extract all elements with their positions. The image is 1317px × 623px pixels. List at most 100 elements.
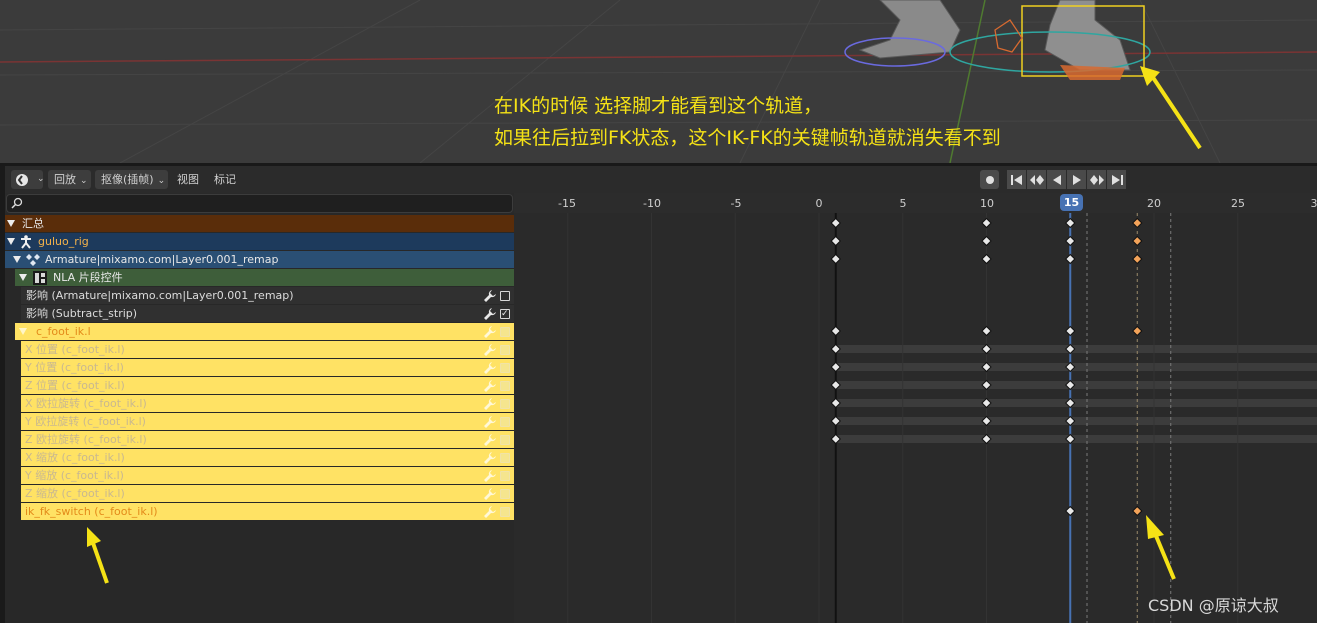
keyframe bbox=[1065, 235, 1076, 247]
channel-hold-strip bbox=[835, 435, 1317, 443]
tick-label: 25 bbox=[1231, 197, 1245, 210]
keyframe bbox=[830, 325, 841, 337]
play-reverse-icon bbox=[1052, 174, 1061, 185]
fcurve-y-location[interactable]: Y 位置 (c_foot_ik.l) bbox=[21, 359, 514, 376]
annotation-line-2: 如果往后拉到FK状态，这个IK-FK的关键帧轨道就消失看不到 bbox=[494, 127, 1001, 149]
next-keyframe-icon bbox=[1089, 174, 1104, 185]
wrench-icon[interactable] bbox=[484, 470, 496, 482]
channel-summary[interactable]: 汇总 bbox=[5, 215, 514, 232]
editor-type-dropdown[interactable]: ⌄ bbox=[11, 170, 45, 189]
3d-viewport[interactable]: 在IK的时候 选择脚才能看到这个轨道， 如果往后拉到FK状态，这个IK-FK的关… bbox=[0, 0, 1317, 163]
wrench-icon[interactable] bbox=[484, 362, 496, 374]
keyframe-editor[interactable] bbox=[514, 213, 1317, 623]
jump-start-button[interactable] bbox=[1007, 170, 1026, 189]
current-frame-indicator[interactable]: 15 bbox=[1060, 194, 1083, 211]
mute-checkbox[interactable] bbox=[500, 399, 510, 409]
annotation-arrow-left bbox=[87, 527, 109, 584]
mute-checkbox[interactable] bbox=[500, 327, 510, 337]
wrench-icon[interactable] bbox=[484, 308, 496, 320]
expand-triangle-icon[interactable] bbox=[7, 238, 15, 245]
wrench-icon[interactable] bbox=[484, 290, 496, 302]
expand-triangle-icon[interactable] bbox=[7, 220, 15, 227]
nla-icon bbox=[33, 271, 47, 285]
mute-checkbox[interactable] bbox=[500, 291, 510, 301]
keying-menu[interactable]: 抠像(插帧) ⌄ bbox=[95, 170, 169, 189]
channel-group-c-foot-ik[interactable]: c_foot_ik.l bbox=[15, 323, 514, 340]
next-keyframe-button[interactable] bbox=[1087, 170, 1106, 189]
mute-checkbox[interactable] bbox=[500, 507, 510, 517]
tick-label: 0 bbox=[815, 197, 823, 210]
fcurve-z-euler[interactable]: Z 欧拉旋转 (c_foot_ik.l) bbox=[21, 431, 514, 448]
tick-label: -5 bbox=[730, 197, 742, 210]
marker-menu[interactable]: 标记 bbox=[210, 170, 240, 189]
keyframe bbox=[1065, 325, 1076, 337]
mute-checkbox-checked[interactable] bbox=[500, 306, 510, 323]
keyframe bbox=[830, 235, 841, 247]
view-menu[interactable]: 视图 bbox=[173, 170, 203, 189]
fcurve-x-location[interactable]: X 位置 (c_foot_ik.l) bbox=[21, 341, 514, 358]
record-button[interactable] bbox=[980, 170, 999, 189]
expand-triangle-icon[interactable] bbox=[19, 274, 27, 281]
keyframe-selected bbox=[1132, 325, 1143, 337]
channel-hold-strip bbox=[835, 345, 1317, 353]
playback-menu[interactable]: 回放 ⌄ bbox=[48, 170, 91, 189]
play-reverse-button[interactable] bbox=[1047, 170, 1066, 189]
keyframe bbox=[981, 217, 992, 229]
wrench-icon[interactable] bbox=[484, 344, 496, 356]
prev-keyframe-button[interactable] bbox=[1027, 170, 1046, 189]
fcurve-y-euler[interactable]: Y 欧拉旋转 (c_foot_ik.l) bbox=[21, 413, 514, 430]
tick-label: -15 bbox=[558, 197, 576, 210]
keyframe bbox=[1065, 253, 1076, 265]
expand-triangle-icon[interactable] bbox=[13, 256, 21, 263]
jump-end-button[interactable] bbox=[1107, 170, 1126, 189]
wrench-icon[interactable] bbox=[484, 416, 496, 428]
play-button[interactable] bbox=[1067, 170, 1086, 189]
jump-end-icon bbox=[1111, 174, 1123, 185]
fcurve-y-scale[interactable]: Y 缩放 (c_foot_ik.l) bbox=[21, 467, 514, 484]
channel-search bbox=[5, 193, 514, 213]
wrench-icon[interactable] bbox=[484, 434, 496, 446]
keyframe bbox=[981, 253, 992, 265]
playback-controls bbox=[980, 170, 1127, 189]
wrench-icon[interactable] bbox=[484, 452, 496, 464]
fcurve-x-euler[interactable]: X 欧拉旋转 (c_foot_ik.l) bbox=[21, 395, 514, 412]
frame-ruler[interactable]: -15 -10 -5 0 5 10 20 25 3 bbox=[514, 193, 1317, 213]
fcurve-z-scale[interactable]: Z 缩放 (c_foot_ik.l) bbox=[21, 485, 514, 502]
mute-checkbox[interactable] bbox=[500, 345, 510, 355]
mute-checkbox[interactable] bbox=[500, 435, 510, 445]
tick-label: 3 bbox=[1310, 197, 1317, 210]
mute-checkbox[interactable] bbox=[500, 363, 510, 373]
fcurve-z-location[interactable]: Z 位置 (c_foot_ik.l) bbox=[21, 377, 514, 394]
pole-target bbox=[994, 19, 1023, 53]
channel-action[interactable]: Armature|mixamo.com|Layer0.001_remap bbox=[5, 251, 514, 268]
record-icon bbox=[985, 175, 994, 184]
keyframe-selected bbox=[1132, 505, 1143, 517]
channel-influence-subtract[interactable]: 影响 (Subtract_strip) bbox=[21, 305, 514, 323]
mute-checkbox[interactable] bbox=[500, 417, 510, 427]
chevron-down-icon: ⌄ bbox=[157, 176, 166, 186]
channel-object[interactable]: guluo_rig bbox=[5, 233, 514, 250]
wrench-icon[interactable] bbox=[484, 380, 496, 392]
mute-checkbox[interactable] bbox=[500, 489, 510, 499]
mute-checkbox[interactable] bbox=[500, 471, 510, 481]
jump-start-icon bbox=[1010, 174, 1022, 185]
channel-hold-strip bbox=[835, 399, 1317, 407]
fcurve-ik-fk-switch[interactable]: ik_fk_switch (c_foot_ik.l) bbox=[21, 503, 514, 520]
tick-label: 5 bbox=[899, 197, 907, 210]
channel-influence-remap[interactable]: 影响 (Armature|mixamo.com|Layer0.001_remap… bbox=[21, 287, 514, 304]
wrench-icon[interactable] bbox=[484, 506, 496, 518]
keyframe-canvas bbox=[567, 213, 1317, 623]
channel-nla-controls[interactable]: NLA 片段控件 bbox=[15, 269, 514, 286]
prev-keyframe-icon bbox=[1029, 174, 1044, 185]
channel-hold-strip bbox=[835, 417, 1317, 425]
keyframe bbox=[1065, 217, 1076, 229]
mute-checkbox[interactable] bbox=[500, 453, 510, 463]
fcurve-x-scale[interactable]: X 缩放 (c_foot_ik.l) bbox=[21, 449, 514, 466]
expand-triangle-icon[interactable] bbox=[19, 328, 27, 335]
search-input[interactable] bbox=[6, 194, 513, 213]
mute-checkbox[interactable] bbox=[500, 381, 510, 391]
tick-label: 10 bbox=[980, 197, 994, 210]
wrench-icon[interactable] bbox=[484, 398, 496, 410]
wrench-icon[interactable] bbox=[484, 326, 496, 338]
wrench-icon[interactable] bbox=[484, 488, 496, 500]
